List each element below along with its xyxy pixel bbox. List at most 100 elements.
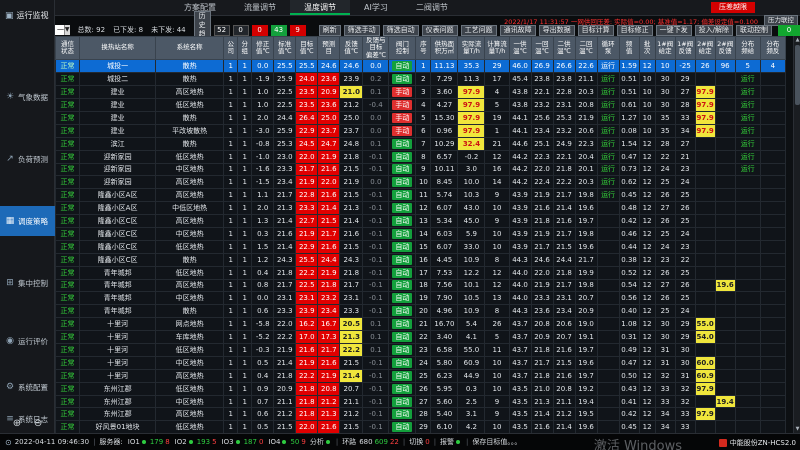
- toolbar-button-9[interactable]: 一键下发: [656, 25, 692, 36]
- col-header-8[interactable]: 预测 目: [318, 37, 340, 60]
- sidebar-item-4[interactable]: ◉运行评价: [0, 326, 55, 356]
- cell: [715, 137, 735, 150]
- table-row-10[interactable]: 正常迎新家园高区地热11-1.523.421.922.021.90.0自动108…: [56, 176, 786, 189]
- cell: 0.6: [252, 305, 274, 318]
- col-header-20[interactable]: 循环 泵: [597, 37, 619, 60]
- col-header-18[interactable]: 二供 温℃: [553, 37, 575, 60]
- toolbar-button-0[interactable]: 刷新: [319, 25, 341, 36]
- col-header-10[interactable]: 反馈与目标 偏差℃: [363, 37, 389, 60]
- sidebar-item-5[interactable]: ⚙系统配置: [0, 372, 55, 402]
- col-header-15[interactable]: 计算流 量T/h: [485, 37, 509, 60]
- table-row-24[interactable]: 正常十里河中区地热110.521.421.921.621.5-0.1自动245.…: [56, 356, 786, 369]
- col-header-17[interactable]: 一回 温℃: [531, 37, 553, 60]
- company-dropdown[interactable]: 一分公司: [55, 25, 64, 35]
- table-row-22[interactable]: 正常十里河车库地热11-5.222.217.017.321.30.1自动223.…: [56, 331, 786, 344]
- table-row-16[interactable]: 正常隆鑫小区C区散热111.224.325.524.424.3-0.1自动164…: [56, 253, 786, 266]
- toolbar-button-11[interactable]: 联动控制: [736, 25, 772, 36]
- col-header-7[interactable]: 目标 值℃: [296, 37, 318, 60]
- col-header-4[interactable]: 分 组: [238, 37, 252, 60]
- minimize-icon[interactable]: ⊖: [34, 418, 42, 429]
- table-row-4[interactable]: 正常建业低区地热111.022.523.523.621.2-0.4手动44.27…: [56, 99, 786, 112]
- table-row-27[interactable]: 正常东州江郡中区地热110.721.121.821.221.1-0.1自动275…: [56, 395, 786, 408]
- table-row-26[interactable]: 正常东州江郡低区地热110.920.921.820.820.7-0.1自动265…: [56, 382, 786, 395]
- table-row-29[interactable]: 正常好风景01地块低区地热110.521.522.021.621.5-0.1自动…: [56, 421, 786, 433]
- table-row-18[interactable]: 正常青年城邦高区地热110.821.722.521.821.7-0.1自动187…: [56, 279, 786, 292]
- table-row-11[interactable]: 正常隆鑫小区A区高区地热111.121.722.821.621.5-0.1自动1…: [56, 189, 786, 202]
- toolbar-button-7[interactable]: 目标计算: [578, 25, 614, 36]
- scroll-down-icon[interactable]: ▼: [794, 425, 800, 433]
- col-header-6[interactable]: 标准 值℃: [274, 37, 296, 60]
- table-row-2[interactable]: 正常城投二散热11-1.925.924.023.623.90.2自动27.291…: [56, 73, 786, 86]
- col-header-23[interactable]: 1#阀 给定: [655, 37, 675, 60]
- col-header-11[interactable]: 阀门 控制: [389, 37, 416, 60]
- table-row-20[interactable]: 正常青年城邦散热110.623.323.923.423.3-0.1自动204.9…: [56, 305, 786, 318]
- col-header-26[interactable]: 2#阀 反馈: [715, 37, 735, 60]
- col-header-3[interactable]: 公 司: [224, 37, 238, 60]
- toolbar-button-4[interactable]: 工艺问题: [461, 25, 497, 36]
- table-row-28[interactable]: 正常东州江郡高区地热110.621.221.821.321.2-0.1自动285…: [56, 408, 786, 421]
- sidebar-item-label: 系统配置: [18, 382, 48, 393]
- table-row-9[interactable]: 正常迎新家园中区地热11-1.623.321.721.621.5-0.1自动91…: [56, 163, 786, 176]
- tab-3[interactable]: AI学习: [350, 0, 402, 15]
- col-header-14[interactable]: 实际流 量T/h: [458, 37, 485, 60]
- scrollbar-thumb[interactable]: [795, 45, 800, 105]
- sidebar-item-2[interactable]: ▦调度策略: [0, 206, 55, 236]
- col-header-16[interactable]: 一供 温℃: [509, 37, 531, 60]
- cell: 0.48: [619, 202, 639, 215]
- sidebar-item-1[interactable]: ↗负荷预测: [0, 144, 55, 174]
- col-header-1[interactable]: 换热站名称: [80, 37, 156, 60]
- col-header-2[interactable]: 系统名称: [156, 37, 224, 60]
- col-header-28[interactable]: 分布 频反: [760, 37, 785, 60]
- toolbar-button-6[interactable]: 导出数据: [539, 25, 575, 36]
- table-row-23[interactable]: 正常十里河低区地热11-0.321.921.621.722.20.1自动236.…: [56, 344, 786, 357]
- table-row-19[interactable]: 正常青年城邦中区地热110.023.123.123.223.1-0.1自动197…: [56, 292, 786, 305]
- table-row-6[interactable]: 正常建业平改坡散热11-3.025.922.923.723.70.0手动60.9…: [56, 124, 786, 137]
- col-header-27[interactable]: 分布 频给: [735, 37, 760, 60]
- table-row-1[interactable]: 正常城投一散热110.025.525.524.624.60.0自动111.133…: [56, 60, 786, 73]
- table-row-13[interactable]: 正常隆鑫小区C区高区地热111.321.422.721.521.4-0.1自动1…: [56, 215, 786, 228]
- cell: 29: [416, 421, 431, 433]
- col-header-22[interactable]: 批 次: [639, 37, 655, 60]
- sidebar-item-0[interactable]: ☀气象数据: [0, 82, 55, 112]
- toolbar-button-1[interactable]: 筛选手动: [344, 25, 380, 36]
- green-status-button[interactable]: 0: [778, 25, 800, 36]
- toolbar-button-8[interactable]: 目标修正: [617, 25, 653, 36]
- tab-2[interactable]: 温度调节: [290, 0, 350, 15]
- toolbar-button-5[interactable]: 通讯故障: [500, 25, 536, 36]
- col-header-0[interactable]: 通信 状态: [56, 37, 80, 60]
- toolbar-button-2[interactable]: 筛选自动: [383, 25, 419, 36]
- table-row-8[interactable]: 正常迎新家园低区地热11-1.023.022.021.921.8-0.1自动86…: [56, 150, 786, 163]
- cell: 23.1: [553, 292, 575, 305]
- chevron-down-icon[interactable]: ▼: [64, 25, 70, 35]
- cell: [715, 124, 735, 137]
- tab-1[interactable]: 流量调节: [230, 0, 290, 15]
- col-header-5[interactable]: 修正 值℃: [252, 37, 274, 60]
- col-header-19[interactable]: 二回 温℃: [575, 37, 597, 60]
- cell: 8: [485, 253, 509, 266]
- table-row-21[interactable]: 正常十里河网点地热11-5.822.016.216.720.50.1自动2116…: [56, 318, 786, 331]
- col-header-24[interactable]: 1#阀 反馈: [675, 37, 695, 60]
- vertical-scrollbar[interactable]: ▲ ▼: [793, 36, 800, 433]
- tab-4[interactable]: 二阀调节: [402, 0, 462, 15]
- table-row-15[interactable]: 正常隆鑫小区C区低区地热111.521.422.921.621.5-0.1自动1…: [56, 240, 786, 253]
- table-row-14[interactable]: 正常隆鑫小区C区中区地热110.321.621.921.721.6-0.1自动1…: [56, 227, 786, 240]
- toolbar-button-10[interactable]: 投入/解除: [695, 25, 733, 36]
- table-row-5[interactable]: 正常建业散热112.024.426.425.025.00.0手动515.3097…: [56, 111, 786, 124]
- table-row-17[interactable]: 正常青年城邦低区地热110.421.822.221.921.8-0.1自动177…: [56, 266, 786, 279]
- table-row-25[interactable]: 正常十里河高区地热110.421.822.221.921.4-0.1自动256.…: [56, 369, 786, 382]
- cell: 隆鑫小区C区: [80, 253, 156, 266]
- col-header-13[interactable]: 供热面 积万㎡: [431, 37, 458, 60]
- col-header-25[interactable]: 2#阀 给定: [695, 37, 715, 60]
- globe-icon[interactable]: ⊕: [13, 418, 21, 429]
- col-header-9[interactable]: 反馈 值℃: [340, 37, 363, 60]
- table-row-7[interactable]: 正常滨江散热11-0.825.324.524.724.80.1自动710.293…: [56, 137, 786, 150]
- scroll-up-icon[interactable]: ▲: [794, 36, 800, 44]
- col-header-21[interactable]: 频 值: [619, 37, 639, 60]
- col-header-12[interactable]: 序 号: [416, 37, 431, 60]
- toolbar-button-3[interactable]: 仪表问题: [422, 25, 458, 36]
- table-row-3[interactable]: 正常建业高区地热111.022.523.520.921.00.1手动33.609…: [56, 86, 786, 99]
- sidebar-item-3[interactable]: ⊞集中控制: [0, 268, 55, 298]
- cell: 21.2: [553, 408, 575, 421]
- table-row-12[interactable]: 正常隆鑫小区A区中低区地热112.021.323.321.421.3-0.1自动…: [56, 202, 786, 215]
- cell: 12: [485, 266, 509, 279]
